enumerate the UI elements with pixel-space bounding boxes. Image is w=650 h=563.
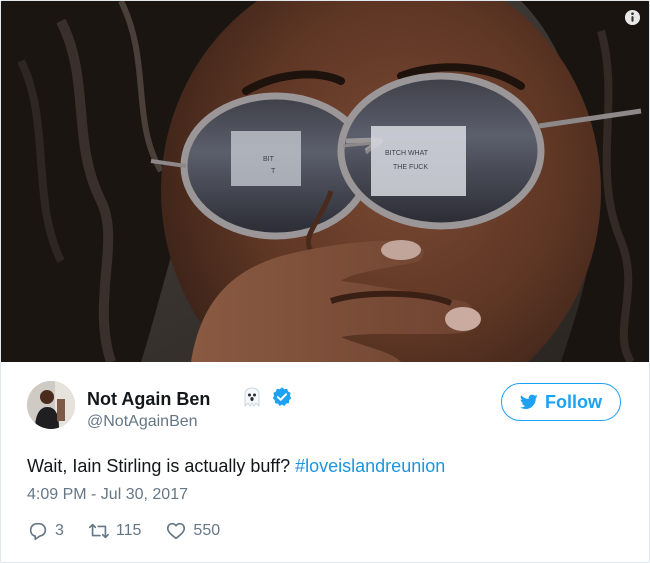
- info-icon[interactable]: [624, 9, 641, 26]
- reply-icon: [29, 522, 47, 541]
- hashtag-link[interactable]: #loveislandreunion: [295, 456, 445, 476]
- reply-button[interactable]: 3: [27, 520, 64, 542]
- tweet-card: BIT T BITCH WHAT THE FUCK Not Again Ben …: [0, 0, 650, 563]
- verified-badge-icon: [272, 387, 292, 406]
- author-block: Not Again Ben @NotAgainBen Follow: [27, 381, 627, 441]
- retweet-icon: [88, 523, 109, 539]
- twitter-bird-icon: [520, 394, 538, 409]
- tweet-text: Wait, Iain Stirling is actually buff? #l…: [27, 456, 445, 477]
- lens-right-text-2: THE FUCK: [393, 164, 428, 171]
- tweet-actions: 3 115 550: [27, 519, 244, 543]
- like-button[interactable]: 550: [165, 520, 220, 542]
- like-count: 550: [193, 522, 221, 539]
- lens-left-text-1: BIT: [263, 156, 275, 163]
- tweet-photo[interactable]: BIT T BITCH WHAT THE FUCK: [1, 1, 649, 362]
- lens-left-text-2: T: [271, 168, 276, 175]
- lens-right-text-1: BITCH WHAT: [385, 150, 429, 157]
- follow-button[interactable]: Follow: [501, 383, 621, 421]
- tweet-text-plain: Wait, Iain Stirling is actually buff?: [27, 456, 296, 476]
- reply-count: 3: [55, 522, 64, 539]
- author-name[interactable]: Not Again Ben: [87, 389, 210, 410]
- ghost-emoji-icon: [244, 387, 260, 408]
- avatar[interactable]: [27, 381, 75, 429]
- selfie-photo: BIT T BITCH WHAT THE FUCK: [1, 1, 649, 362]
- tweet-timestamp[interactable]: 4:09 PM - Jul 30, 2017: [27, 486, 188, 504]
- like-icon: [167, 522, 186, 540]
- retweet-button[interactable]: 115: [88, 520, 142, 542]
- follow-button-label: Follow: [545, 391, 602, 412]
- author-handle[interactable]: @NotAgainBen: [87, 413, 198, 431]
- retweet-count: 115: [115, 522, 142, 539]
